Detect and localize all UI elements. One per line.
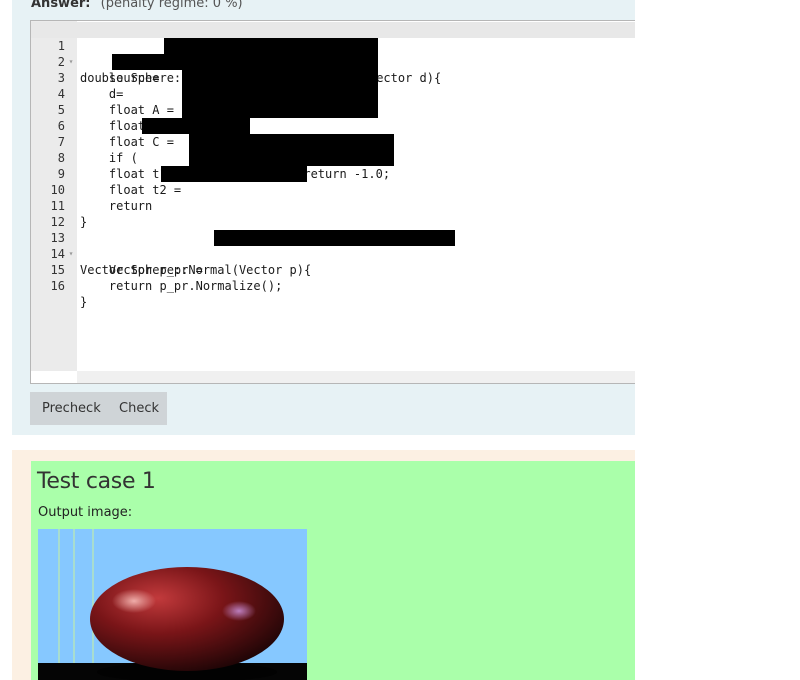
check-button[interactable]: Check xyxy=(119,392,159,425)
code-line[interactable]: 16 } xyxy=(31,262,635,309)
code-line[interactable]: 15 return p_pr.Normalize(); xyxy=(31,246,635,293)
code-line[interactable]: 7 if ( <= 0) return -1.0; xyxy=(31,118,635,181)
redaction-block xyxy=(214,230,455,246)
redaction-block xyxy=(112,54,378,70)
code-text[interactable]: } xyxy=(80,294,87,310)
code-text[interactable]: return p_pr.Normalize(); xyxy=(80,278,282,294)
code-editor[interactable]: 1 ▾ double Sphere::Intersect(Vector sour… xyxy=(30,20,635,384)
code-line[interactable]: 1 ▾ double Sphere::Intersect(Vector sour… xyxy=(31,22,635,85)
redaction-block xyxy=(189,150,394,166)
penalty-regime-text: (penalty regime: 0 %) xyxy=(100,0,243,11)
answer-label-row: Answer: (penalty regime: 0 %) xyxy=(31,0,243,11)
code-line[interactable]: 13 ▾ Vector Sphere::Normal(Vector p){ xyxy=(31,214,635,277)
redaction-block xyxy=(182,102,378,118)
button-bar: Precheck Check xyxy=(30,392,167,425)
test-case-title: Test case 1 xyxy=(37,469,156,494)
redaction-block xyxy=(182,86,378,102)
answer-label: Answer: xyxy=(31,0,91,11)
code-line[interactable]: 11 } xyxy=(31,182,635,229)
editor-horizontal-scrollbar[interactable] xyxy=(77,371,635,383)
rendered-sphere-image xyxy=(38,529,307,680)
output-image xyxy=(38,529,307,680)
redaction-block xyxy=(161,166,307,182)
precheck-button[interactable]: Precheck xyxy=(42,392,101,425)
redaction-block xyxy=(164,38,378,54)
redaction-block xyxy=(182,70,378,86)
output-image-label: Output image: xyxy=(38,505,133,520)
code-line[interactable]: 12 xyxy=(31,198,635,229)
code-line[interactable]: 10 return xyxy=(31,166,635,213)
line-number: 16 xyxy=(50,279,65,293)
redaction-block xyxy=(189,134,394,150)
redaction-block xyxy=(142,118,250,134)
